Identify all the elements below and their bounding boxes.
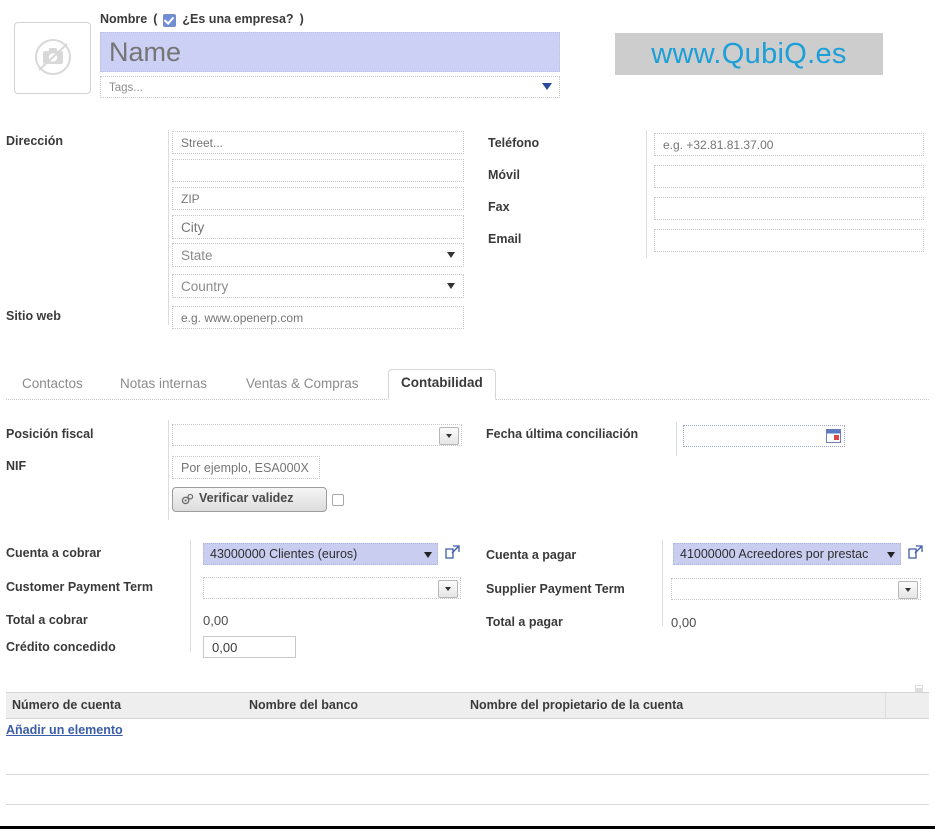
chevron-down-icon (898, 581, 918, 599)
acct-left-divider (168, 420, 169, 520)
mobile-label: Móvil (488, 168, 520, 182)
credit-limit-input[interactable]: 0,00 (203, 636, 296, 658)
total-payable-value: 0,00 (671, 615, 696, 630)
tags-placeholder-text: Tags... (109, 82, 143, 94)
is-company-label: ¿Es una empresa? (182, 12, 293, 26)
column-header-account-holder: Nombre del propietario de la cuenta (470, 698, 683, 712)
tab-ventas-compras[interactable]: Ventas & Compras (234, 371, 371, 399)
add-item-link[interactable]: Añadir un elemento (6, 723, 123, 737)
credit-limit-value: 0,00 (212, 640, 237, 655)
partner-image-placeholder[interactable] (14, 22, 91, 94)
address-section: Dirección State Country Sitio web Teléfo… (0, 128, 935, 338)
website-label: Sitio web (6, 309, 61, 323)
acct-left-divider2 (190, 540, 191, 652)
fax-input[interactable] (654, 197, 924, 220)
total-receivable-value: 0,00 (203, 613, 228, 628)
state-select-value: State (181, 248, 213, 263)
column-divider (885, 693, 886, 718)
email-input[interactable] (654, 229, 924, 252)
zip-input[interactable] (172, 187, 464, 210)
nif-label: NIF (6, 459, 26, 473)
bottom-divider-2 (6, 804, 929, 805)
name-input[interactable] (100, 32, 560, 72)
column-header-account-number: Número de cuenta (12, 698, 121, 712)
customer-payment-term-label: Customer Payment Term (6, 580, 153, 594)
chevron-down-icon (447, 283, 455, 289)
street-input[interactable] (172, 131, 464, 154)
receivable-account-select[interactable]: 43000000 Clientes (euros) (203, 543, 438, 565)
partner-form-page: Nombre ( ¿Es una empresa? ) Tags... www.… (0, 0, 935, 829)
last-reconciliation-label: Fecha última conciliación (486, 427, 638, 441)
receivable-account-open-icon[interactable] (445, 544, 461, 560)
tab-bar: Contactos Notas internas Ventas & Compra… (0, 366, 935, 400)
no-camera-placeholder-icon (31, 37, 75, 80)
payable-account-label: Cuenta a pagar (486, 548, 576, 562)
right-column-divider (646, 130, 647, 258)
address-label: Dirección (6, 134, 63, 148)
bank-accounts-table: Número de cuenta Nombre del banco Nombre… (6, 692, 929, 719)
country-select-value: Country (181, 279, 228, 294)
credit-limit-label: Crédito concedido (6, 640, 116, 654)
total-payable-label: Total a pagar (486, 615, 563, 629)
supplier-payment-term-select[interactable] (671, 578, 921, 600)
chevron-down-icon (424, 552, 432, 558)
total-receivable-label: Total a cobrar (6, 613, 88, 627)
gear-icon (180, 492, 195, 510)
tab-contactos[interactable]: Contactos (10, 371, 95, 399)
chevron-down-icon (438, 580, 458, 598)
supplier-payment-term-label: Supplier Payment Term (486, 582, 625, 596)
table-options-icon[interactable] (915, 682, 923, 691)
tags-input[interactable]: Tags... (100, 76, 560, 98)
fax-label: Fax (488, 200, 510, 214)
payable-account-select[interactable]: 41000000 Acreedores por prestac (673, 543, 901, 565)
chevron-down-icon (439, 427, 459, 445)
name-block: Nombre ( ¿Es una empresa? ) Tags... (100, 10, 562, 98)
bottom-divider-1 (6, 774, 929, 775)
verify-vat-button[interactable]: Verificar validez (172, 487, 327, 512)
country-select[interactable]: Country (172, 274, 464, 298)
left-column-divider (168, 130, 169, 325)
calendar-icon[interactable] (826, 429, 841, 443)
name-label: Nombre (100, 12, 147, 26)
mobile-input[interactable] (654, 165, 924, 188)
verify-vat-button-label: Verificar validez (199, 491, 294, 505)
email-label: Email (488, 232, 521, 246)
bank-table-header-row: Número de cuenta Nombre del banco Nombre… (6, 692, 929, 719)
receivable-account-value: 43000000 Clientes (euros) (210, 547, 357, 561)
chevron-down-icon (447, 252, 455, 258)
verify-vat-checkbox[interactable] (332, 494, 344, 506)
acct-right-divider (676, 422, 677, 456)
paren-open: ( (153, 12, 157, 26)
customer-payment-term-select[interactable] (203, 577, 461, 599)
is-company-checkbox[interactable] (163, 14, 176, 27)
payable-account-value: 41000000 Acreedores por prestac (680, 547, 868, 561)
last-reconciliation-date-input[interactable] (683, 425, 845, 447)
tab-notas-internas[interactable]: Notas internas (108, 371, 219, 399)
watermark: www.QubiQ.es (615, 33, 883, 75)
payable-account-open-icon[interactable] (908, 544, 924, 560)
tab-contabilidad[interactable]: Contabilidad (388, 369, 496, 400)
paren-close: ) (300, 12, 304, 26)
phone-input[interactable] (654, 133, 924, 156)
acct-right-divider2 (662, 540, 663, 626)
receivable-account-label: Cuenta a cobrar (6, 546, 101, 560)
state-select[interactable]: State (172, 243, 464, 267)
column-header-bank-name: Nombre del banco (249, 698, 358, 712)
nif-input[interactable] (172, 456, 320, 479)
website-input[interactable] (172, 306, 464, 329)
city-input[interactable] (172, 215, 464, 239)
fiscal-position-select[interactable] (172, 424, 462, 446)
form-header: Nombre ( ¿Es una empresa? ) Tags... www.… (0, 0, 935, 118)
phone-label: Teléfono (488, 136, 539, 150)
chevron-down-icon (887, 552, 895, 558)
name-label-row: Nombre ( ¿Es una empresa? ) (100, 10, 562, 28)
fiscal-position-label: Posición fiscal (6, 427, 94, 441)
street2-input[interactable] (172, 159, 464, 182)
chevron-down-icon (542, 83, 552, 90)
